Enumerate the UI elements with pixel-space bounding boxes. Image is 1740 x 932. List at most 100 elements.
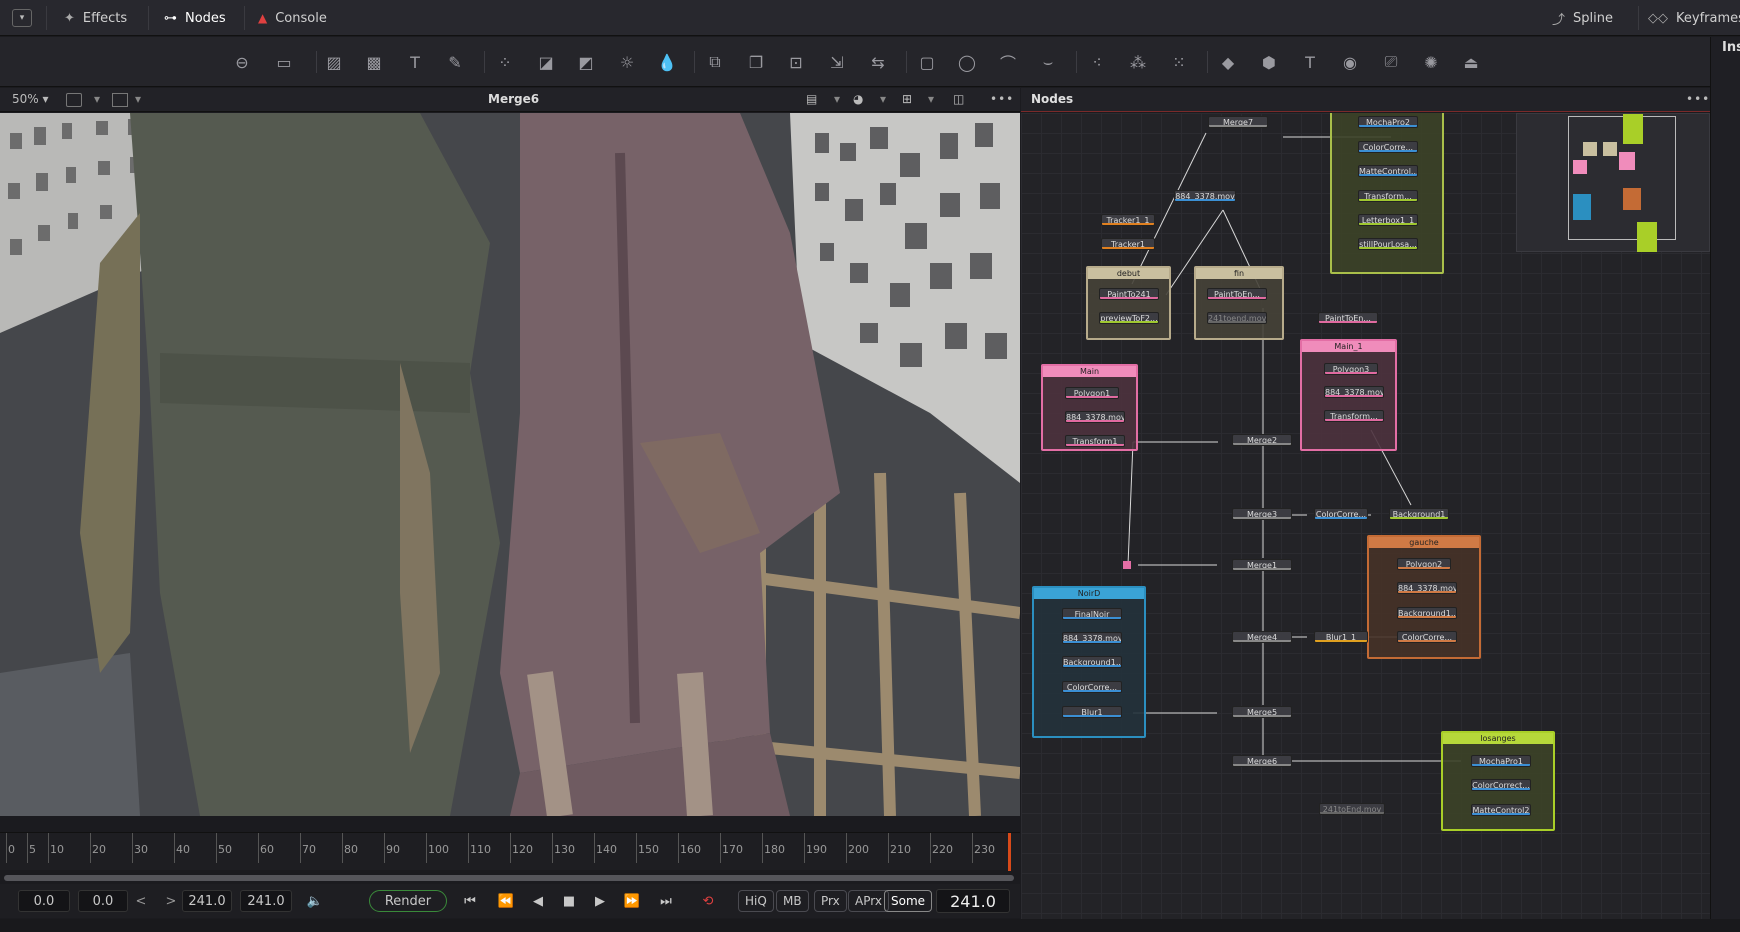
node-tracker1[interactable]: Tracker1 — [1101, 238, 1155, 250]
particle-tool-icon[interactable]: ⁘ — [493, 51, 517, 73]
global-start-field[interactable]: 0.0 — [18, 890, 70, 912]
node-merge5[interactable]: Merge5 — [1232, 706, 1292, 718]
node-transform-main1[interactable]: Transform... — [1324, 410, 1384, 422]
loop-icon[interactable]: ⟲ — [696, 890, 720, 912]
pipe-router[interactable] — [1123, 561, 1131, 569]
play-reverse-icon[interactable]: ◀ — [527, 890, 549, 912]
node-mochapro2[interactable]: MochaPro2 — [1358, 116, 1418, 128]
node-mov-main[interactable]: 884_3378.mov — [1065, 411, 1125, 423]
paint-tool-icon[interactable]: ✎ — [443, 51, 467, 73]
keyframes-button[interactable]: ◇◇ Keyframes — [1648, 0, 1740, 36]
roi-icon[interactable] — [112, 93, 128, 107]
transform-tool-icon[interactable]: ⇆ — [866, 51, 890, 73]
step-back-icon[interactable]: ⏪ — [494, 890, 518, 912]
bspline-mask-icon[interactable]: ⌣ — [1036, 51, 1060, 73]
split-view-icon[interactable]: ◫ — [953, 92, 964, 106]
node-mov-main1[interactable]: 884_3378.mov — [1324, 386, 1384, 398]
node-merge7[interactable]: Merge7 — [1208, 116, 1268, 128]
node-colorcorrect-l[interactable]: ColorCorrect... — [1471, 779, 1531, 791]
global-end-field[interactable]: 241.0 — [240, 890, 292, 912]
chevron-down-icon[interactable]: ▾ — [834, 92, 840, 106]
background-tool-icon[interactable]: ▨ — [322, 51, 346, 73]
node-navigator[interactable] — [1516, 113, 1710, 252]
node-mov-noird[interactable]: 884_3378.mov — [1062, 632, 1122, 644]
color-curves-tool-icon[interactable]: ◩ — [574, 51, 598, 73]
audio-icon[interactable]: 🔈 — [304, 890, 326, 912]
particle-style-icon[interactable]: ⁙ — [1167, 51, 1191, 73]
console-button[interactable]: ▲ Console — [258, 0, 327, 36]
particle-emitter-icon[interactable]: ⁖ — [1085, 51, 1109, 73]
node-mattecontrol-r[interactable]: MatteControl... — [1358, 165, 1418, 177]
node-paintto241[interactable]: PaintTo241 — [1099, 288, 1159, 300]
node-colorcorre-r[interactable]: ColorCorre... — [1358, 141, 1418, 153]
scrollbar-thumb[interactable] — [4, 875, 1014, 881]
node-colorcorre-mid[interactable]: ColorCorre... — [1314, 508, 1368, 520]
grid-icon[interactable]: ⊞ — [902, 92, 912, 106]
more-options-icon[interactable]: ••• — [1686, 92, 1710, 106]
node-background-noird[interactable]: Background1... — [1062, 656, 1122, 668]
channel-booleans-tool-icon[interactable]: ❐ — [744, 51, 768, 73]
node-blur1[interactable]: Blur1 — [1062, 706, 1122, 718]
image-plane-3d-icon[interactable]: ◆ — [1216, 51, 1240, 73]
matte-control-tool-icon[interactable]: ⊡ — [784, 51, 808, 73]
text-3d-icon[interactable]: T — [1298, 51, 1322, 73]
node-painttoen-fin[interactable]: PaintToEn... — [1207, 288, 1267, 300]
hiq-toggle[interactable]: HiQ — [738, 890, 774, 912]
color-channel-icon[interactable]: ◕ — [853, 92, 863, 106]
camera-3d-icon[interactable]: ⎚ — [1379, 51, 1403, 73]
node-merge4[interactable]: Merge4 — [1232, 631, 1292, 643]
node-241toend-bottom[interactable]: 241toEnd.mov — [1319, 803, 1385, 815]
stop-icon[interactable]: ■ — [558, 890, 580, 912]
curves-tool-icon[interactable]: ◪ — [534, 51, 558, 73]
shape-3d-icon[interactable]: ⬢ — [1257, 51, 1281, 73]
node-transform-r[interactable]: Transform... — [1358, 190, 1418, 202]
node-merge3[interactable]: Merge3 — [1232, 508, 1292, 520]
chevron-down-icon[interactable]: ▾ — [135, 92, 141, 106]
merge-tool-icon[interactable]: ⧉ — [703, 51, 727, 73]
auto-proxy-toggle[interactable]: APrx — [848, 890, 889, 912]
light-3d-icon[interactable]: ✺ — [1419, 51, 1443, 73]
node-colorcorre-noird[interactable]: ColorCorre... — [1062, 681, 1122, 693]
timeline-ruler[interactable]: 0 5 10 20 30 40 50 60 70 80 90 100 110 120 130 140 150 16… — [0, 832, 1020, 871]
node-stillpourlosa[interactable]: stillPourLosa... — [1358, 238, 1418, 250]
motion-blur-toggle[interactable]: MB — [776, 890, 809, 912]
node-mattecontrol2[interactable]: MatteControl2 — [1471, 804, 1531, 816]
group-fin[interactable]: fin — [1194, 266, 1284, 340]
timeline-scrollbar[interactable] — [0, 872, 1020, 884]
proxy-toggle[interactable]: Prx — [814, 890, 847, 912]
spline-button[interactable]: ⤴ Spline — [1552, 0, 1613, 36]
nodes-button[interactable]: ⊶ Nodes — [164, 0, 226, 36]
node-mochapro1[interactable]: MochaPro1 — [1471, 755, 1531, 767]
chevron-down-icon[interactable]: ▾ — [880, 92, 886, 106]
node-polygon3[interactable]: Polygon3 — [1324, 363, 1378, 375]
fit-icon[interactable] — [66, 93, 82, 107]
node-transform1[interactable]: Transform1 — [1065, 435, 1125, 447]
node-previewtof2[interactable]: previewToF2... — [1099, 312, 1159, 324]
brightness-tool-icon[interactable]: ☼ — [615, 51, 639, 73]
polygon-mask-icon[interactable]: ⌒ — [996, 51, 1020, 73]
node-blur1-1[interactable]: Blur1_1 — [1314, 631, 1368, 643]
blur-tool-icon[interactable]: 💧 — [655, 51, 679, 73]
resize-tool-icon[interactable]: ⇲ — [825, 51, 849, 73]
node-tracker1-1[interactable]: Tracker1_1 — [1101, 214, 1155, 226]
selective-update-toggle[interactable]: Some — [884, 890, 933, 912]
zoom-selector[interactable]: 50% ▾ — [12, 92, 49, 106]
render-end-field[interactable]: 241.0 — [182, 890, 232, 912]
step-forward-icon[interactable]: ⏩ — [620, 890, 644, 912]
more-options-icon[interactable]: ••• — [990, 92, 1014, 106]
node-241toend-fin[interactable]: 241toend.mov — [1207, 312, 1267, 324]
node-letterbox[interactable]: Letterbox1_1 — [1358, 214, 1418, 226]
play-icon[interactable]: ▶ — [589, 890, 611, 912]
node-colorcorre-gauche[interactable]: ColorCorre... — [1397, 631, 1457, 643]
node-finalnoir[interactable]: FinalNoir — [1062, 608, 1122, 620]
particle-render-icon[interactable]: ⁂ — [1126, 51, 1150, 73]
playhead[interactable] — [1008, 833, 1011, 871]
node-background-gauche[interactable]: Background1... — [1397, 607, 1457, 619]
viewer-canvas[interactable] — [0, 113, 1020, 816]
node-mov-top[interactable]: 884_3378.mov — [1174, 190, 1236, 202]
rectangle-mask-icon[interactable]: ▢ — [915, 51, 939, 73]
renderer-3d-icon[interactable]: ⏏ — [1459, 51, 1483, 73]
node-merge2[interactable]: Merge2 — [1232, 434, 1292, 446]
node-painttoen-solo[interactable]: PaintToEn... — [1318, 312, 1378, 324]
fastnoise-tool-icon[interactable]: ▩ — [362, 51, 386, 73]
